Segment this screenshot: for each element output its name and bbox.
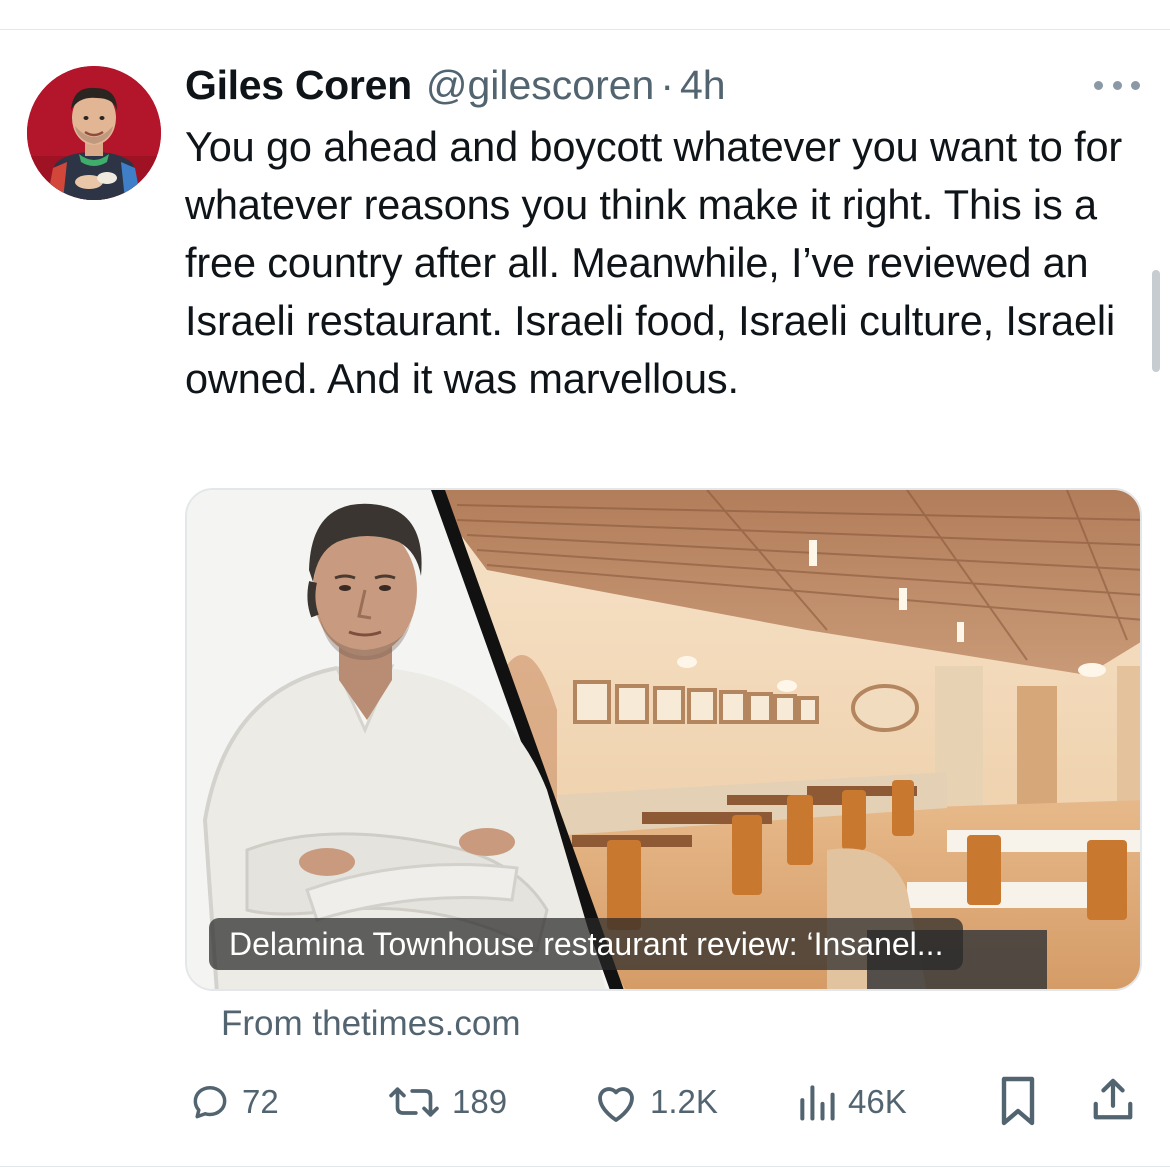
repost-button[interactable]: 189	[386, 1072, 507, 1132]
like-count: 1.2K	[650, 1083, 718, 1120]
bookmark-icon	[998, 1076, 1038, 1132]
avatar[interactable]	[27, 66, 161, 200]
card-caption: Delamina Townhouse restaurant review: ‘I…	[209, 918, 964, 970]
like-button[interactable]: 1.2K	[592, 1072, 718, 1132]
bookmark-button[interactable]	[998, 1074, 1038, 1133]
card-image	[187, 490, 1140, 989]
scrollbar[interactable]	[1152, 270, 1160, 372]
reply-button[interactable]: 72	[188, 1072, 279, 1132]
timestamp[interactable]: 4h	[680, 62, 726, 109]
reply-count: 72	[242, 1083, 279, 1120]
views-chart-icon	[796, 1080, 838, 1124]
card-source[interactable]: From thetimes.com	[221, 1004, 521, 1044]
repost-count: 189	[452, 1083, 508, 1120]
separator-dot: ·	[660, 62, 674, 108]
views-button[interactable]: 46K	[796, 1072, 907, 1132]
more-dots-icon[interactable]	[1094, 72, 1140, 98]
repost-icon	[386, 1080, 442, 1124]
tweet-text: You go ahead and boycott whatever you wa…	[185, 123, 1123, 402]
share-button[interactable]	[1090, 1074, 1136, 1131]
link-card[interactable]: Delamina Townhouse restaurant review: ‘I…	[185, 488, 1142, 991]
user-handle[interactable]: @gilescoren	[426, 62, 655, 109]
display-name[interactable]: Giles Coren	[185, 62, 412, 109]
top-divider	[0, 29, 1170, 30]
tweet-view: Giles Coren @gilescoren · 4h You go ahea…	[0, 0, 1170, 1172]
views-count: 46K	[848, 1083, 907, 1120]
share-icon	[1090, 1078, 1136, 1130]
bottom-divider	[0, 1166, 1170, 1167]
reply-icon	[188, 1080, 232, 1124]
heart-icon	[592, 1080, 640, 1124]
tweet-header: Giles Coren @gilescoren · 4h	[185, 62, 726, 112]
